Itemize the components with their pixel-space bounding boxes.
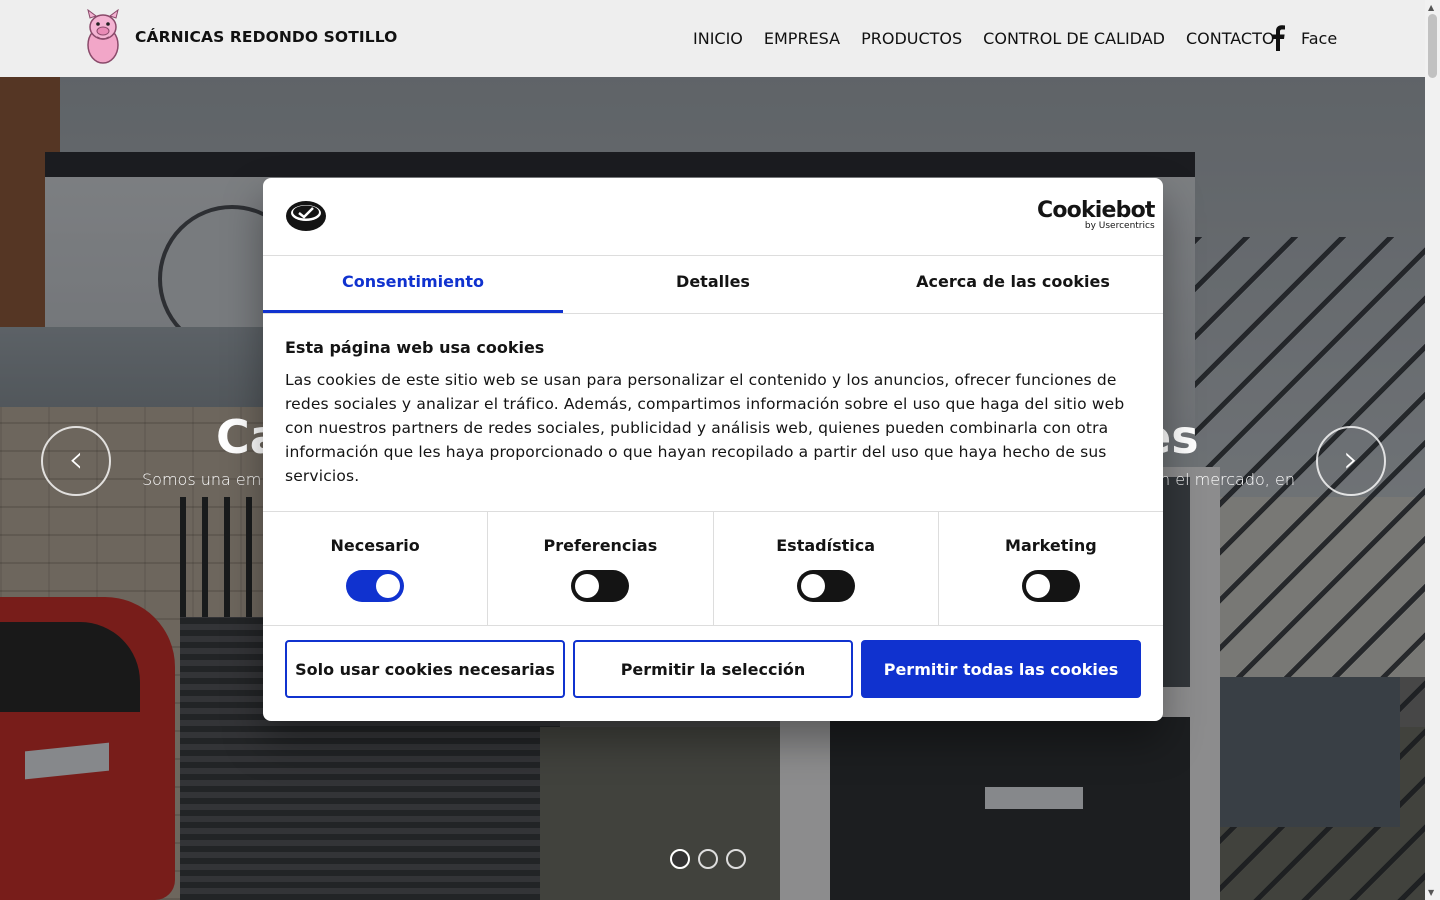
slider-dot-3[interactable] (726, 849, 746, 869)
slider-prev-button[interactable]: ‹ (41, 426, 111, 496)
preferencias-switch[interactable] (571, 570, 630, 602)
scroll-up-arrow-icon[interactable]: ▲ (1428, 3, 1434, 12)
nav-item-control-de-calidad[interactable]: CONTROL DE CALIDAD (983, 29, 1165, 48)
cookiebot-brand[interactable]: Cookiebot by Usercentrics (1037, 198, 1155, 232)
nav-item-inicio[interactable]: INICIO (693, 29, 743, 48)
pig-mascot-icon[interactable] (80, 9, 126, 67)
allow-selection-button[interactable]: Permitir la selección (573, 640, 853, 698)
tab-consentimiento[interactable]: Consentimiento (263, 256, 563, 313)
marketing-switch[interactable] (1021, 570, 1080, 602)
toggle-preferencias: Preferencias (488, 512, 714, 625)
toggle-estadistica: Estadística (714, 512, 939, 625)
main-nav: INICIO EMPRESA PRODUCTOS CONTROL DE CALI… (693, 29, 1295, 48)
hero-text: Somos una empr (142, 470, 279, 489)
site-name[interactable]: CÁRNICAS REDONDO SOTILLO (135, 28, 397, 46)
toggle-label-estadistica: Estadística (776, 536, 876, 555)
dialog-title: Esta página web usa cookies (285, 338, 545, 357)
tab-detalles[interactable]: Detalles (563, 256, 863, 313)
toggle-marketing: Marketing (939, 512, 1163, 625)
toggle-label-necesario: Necesario (330, 536, 420, 555)
scroll-down-arrow-icon[interactable]: ▼ (1428, 888, 1434, 897)
chevron-left-icon: ‹ (68, 437, 84, 481)
nav-item-empresa[interactable]: EMPRESA (764, 29, 840, 48)
necesario-switch[interactable] (346, 570, 405, 602)
cookie-category-toggles: Necesario Preferencias Estadística Marke… (263, 511, 1163, 626)
hero-text-end: n el mercado, en (1160, 470, 1295, 489)
facebook-link[interactable]: Face (1301, 29, 1337, 48)
cookiebot-logo-text: Cookiebot (1037, 198, 1155, 223)
cookie-consent-dialog: Cookiebot by Usercentrics Consentimiento… (263, 178, 1163, 721)
toggle-label-preferencias: Preferencias (543, 536, 658, 555)
nav-item-productos[interactable]: PRODUCTOS (861, 29, 962, 48)
dialog-actions: Solo usar cookies necesarias Permitir la… (285, 640, 1141, 698)
facebook-icon[interactable] (1267, 25, 1287, 51)
dialog-description: Las cookies de este sitio web se usan pa… (285, 371, 1125, 485)
dialog-tabs: Consentimiento Detalles Acerca de las co… (263, 256, 1163, 314)
necessary-only-button[interactable]: Solo usar cookies necesarias (285, 640, 565, 698)
toggle-label-marketing: Marketing (1005, 536, 1097, 555)
toggle-necesario: Necesario (263, 512, 489, 625)
slider-pagination (670, 849, 754, 869)
slider-dot-1[interactable] (670, 849, 690, 869)
page-scrollbar[interactable]: ▲ ▼ (1425, 0, 1440, 900)
estadistica-switch[interactable] (796, 570, 855, 602)
allow-all-button[interactable]: Permitir todas las cookies (861, 640, 1141, 698)
dialog-header: Cookiebot by Usercentrics (263, 178, 1163, 256)
cookie-banner-logo-icon (286, 201, 326, 231)
slider-next-button[interactable]: › (1316, 426, 1386, 496)
slider-dot-2[interactable] (698, 849, 718, 869)
scroll-thumb[interactable] (1428, 14, 1437, 78)
chevron-right-icon: › (1343, 437, 1359, 481)
nav-item-contacto[interactable]: CONTACTO (1186, 29, 1274, 48)
tab-acerca-de-las-cookies[interactable]: Acerca de las cookies (863, 256, 1163, 313)
site-header: CÁRNICAS REDONDO SOTILLO INICIO EMPRESA … (0, 0, 1425, 77)
